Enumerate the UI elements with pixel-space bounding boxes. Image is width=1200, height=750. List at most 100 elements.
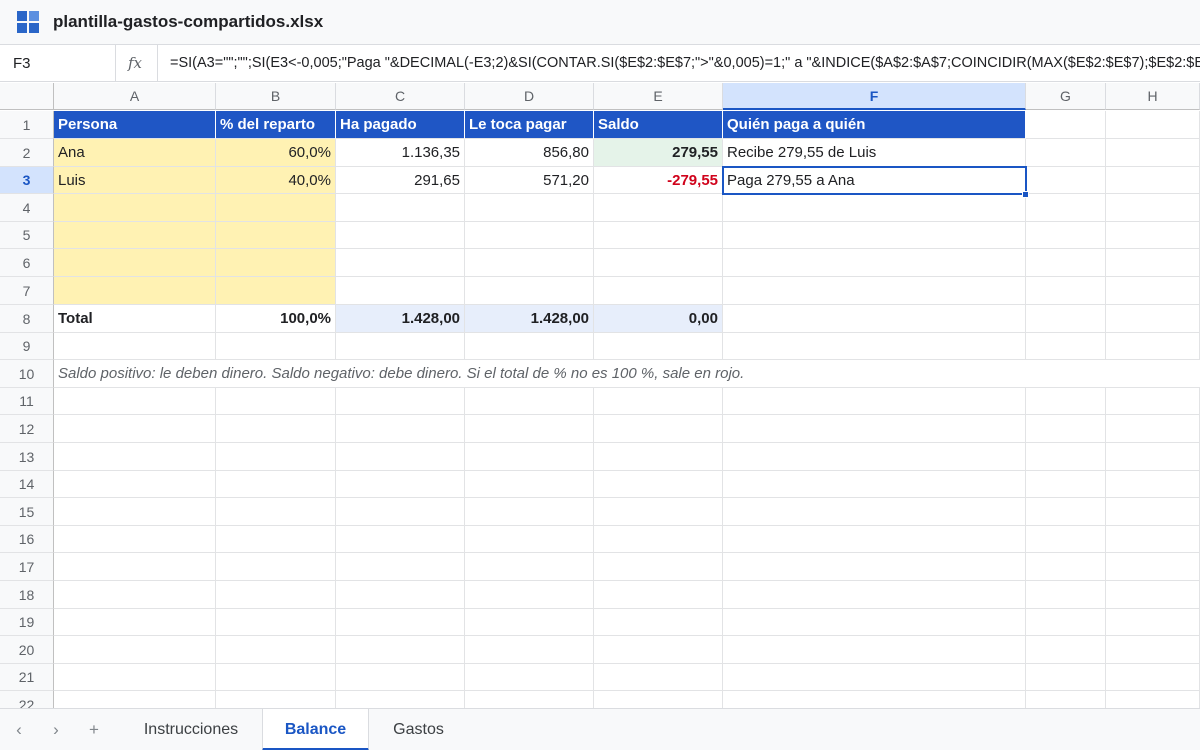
cell[interactable] [1026, 111, 1106, 139]
cell[interactable] [1106, 167, 1200, 194]
cell[interactable] [336, 333, 465, 360]
cell[interactable] [1026, 691, 1106, 708]
cell[interactable] [1026, 249, 1106, 277]
owes-cell[interactable]: 856,80 [465, 139, 594, 167]
cell[interactable] [723, 498, 1026, 526]
cell[interactable] [1026, 222, 1106, 249]
row-header-5[interactable]: 5 [0, 222, 54, 249]
cell[interactable] [594, 277, 723, 305]
cell[interactable] [465, 526, 594, 553]
paid-cell[interactable]: 291,65 [336, 167, 465, 194]
cell[interactable] [723, 609, 1026, 636]
cell[interactable] [723, 526, 1026, 553]
cell[interactable] [594, 249, 723, 277]
cell[interactable] [465, 443, 594, 471]
cell[interactable] [465, 609, 594, 636]
cell[interactable] [465, 222, 594, 249]
cell[interactable] [216, 581, 336, 609]
cell[interactable] [1106, 111, 1200, 139]
cell[interactable] [1026, 415, 1106, 443]
settlement-cell[interactable]: Recibe 279,55 de Luis [723, 139, 1026, 167]
cell[interactable] [336, 222, 465, 249]
cell[interactable] [594, 636, 723, 664]
person-name-cell[interactable] [54, 222, 216, 249]
cell[interactable] [465, 388, 594, 415]
fill-handle[interactable] [1022, 191, 1029, 198]
cell[interactable] [216, 443, 336, 471]
cell[interactable] [723, 249, 1026, 277]
cell[interactable] [465, 636, 594, 664]
person-name-cell[interactable] [54, 277, 216, 305]
row-header-11[interactable]: 11 [0, 388, 54, 415]
cell[interactable] [594, 581, 723, 609]
note-cell[interactable]: Saldo positivo: le deben dinero. Saldo n… [54, 360, 1200, 388]
tab-gastos[interactable]: Gastos [369, 709, 468, 750]
cell[interactable] [465, 333, 594, 360]
cell[interactable] [1026, 498, 1106, 526]
cell[interactable] [54, 691, 216, 708]
cell[interactable] [336, 581, 465, 609]
row-header-6[interactable]: 6 [0, 249, 54, 277]
row-header-7[interactable]: 7 [0, 277, 54, 305]
cell[interactable] [1106, 498, 1200, 526]
cell[interactable] [1026, 553, 1106, 581]
cell[interactable] [723, 553, 1026, 581]
cell[interactable] [465, 277, 594, 305]
name-box[interactable]: F3 [0, 45, 116, 82]
tab-balance[interactable]: Balance [262, 709, 369, 750]
row-header-10[interactable]: 10 [0, 360, 54, 388]
row-header-16[interactable]: 16 [0, 526, 54, 553]
balance-cell[interactable]: 279,55 [594, 139, 723, 167]
cell[interactable] [594, 194, 723, 222]
cell[interactable] [1106, 305, 1200, 333]
cell[interactable] [1026, 388, 1106, 415]
header-cell[interactable]: Persona [54, 111, 216, 139]
select-all-corner[interactable] [0, 83, 54, 110]
row-header-2[interactable]: 2 [0, 139, 54, 167]
cell[interactable] [1106, 333, 1200, 360]
cell[interactable] [465, 471, 594, 498]
column-header-h[interactable]: H [1106, 83, 1200, 110]
cell[interactable] [594, 222, 723, 249]
cell[interactable] [1026, 526, 1106, 553]
row-header-14[interactable]: 14 [0, 471, 54, 498]
cell[interactable] [216, 526, 336, 553]
cell[interactable] [336, 443, 465, 471]
cell[interactable] [465, 498, 594, 526]
cell[interactable] [1106, 415, 1200, 443]
cell[interactable] [1026, 471, 1106, 498]
cell[interactable] [465, 664, 594, 691]
column-header-c[interactable]: C [336, 83, 465, 110]
cell[interactable] [594, 471, 723, 498]
tab-instrucciones[interactable]: Instrucciones [120, 709, 262, 750]
cell[interactable] [1026, 167, 1106, 194]
cell[interactable] [465, 249, 594, 277]
settlement-cell[interactable]: Paga 279,55 a Ana [723, 167, 1026, 194]
cell[interactable] [1026, 443, 1106, 471]
cell[interactable] [1106, 388, 1200, 415]
cell[interactable] [54, 664, 216, 691]
cell[interactable] [216, 498, 336, 526]
cell[interactable] [1026, 305, 1106, 333]
cell[interactable] [1106, 139, 1200, 167]
cell[interactable] [54, 498, 216, 526]
cell[interactable] [465, 553, 594, 581]
person-name-cell[interactable] [54, 249, 216, 277]
spreadsheet-grid[interactable]: A B C D E F G H 1 2 3 4 5 6 7 8 9 10 11 12 13 14 15 16 17 18 19 20 2… [0, 83, 1200, 708]
cell[interactable] [1026, 194, 1106, 222]
header-cell[interactable]: Saldo [594, 111, 723, 139]
cell[interactable] [1026, 636, 1106, 664]
share-cell[interactable]: 40,0% [216, 167, 336, 194]
total-label-cell[interactable]: Total [54, 305, 216, 333]
cell[interactable] [1026, 333, 1106, 360]
add-sheet-icon[interactable]: + [84, 720, 104, 740]
column-header-g[interactable]: G [1026, 83, 1106, 110]
cell[interactable] [216, 609, 336, 636]
cell[interactable] [465, 691, 594, 708]
cell[interactable] [1026, 277, 1106, 305]
row-header-15[interactable]: 15 [0, 498, 54, 526]
row-header-13[interactable]: 13 [0, 443, 54, 471]
cell[interactable] [594, 498, 723, 526]
cell[interactable] [54, 553, 216, 581]
total-owes-cell[interactable]: 1.428,00 [465, 305, 594, 333]
